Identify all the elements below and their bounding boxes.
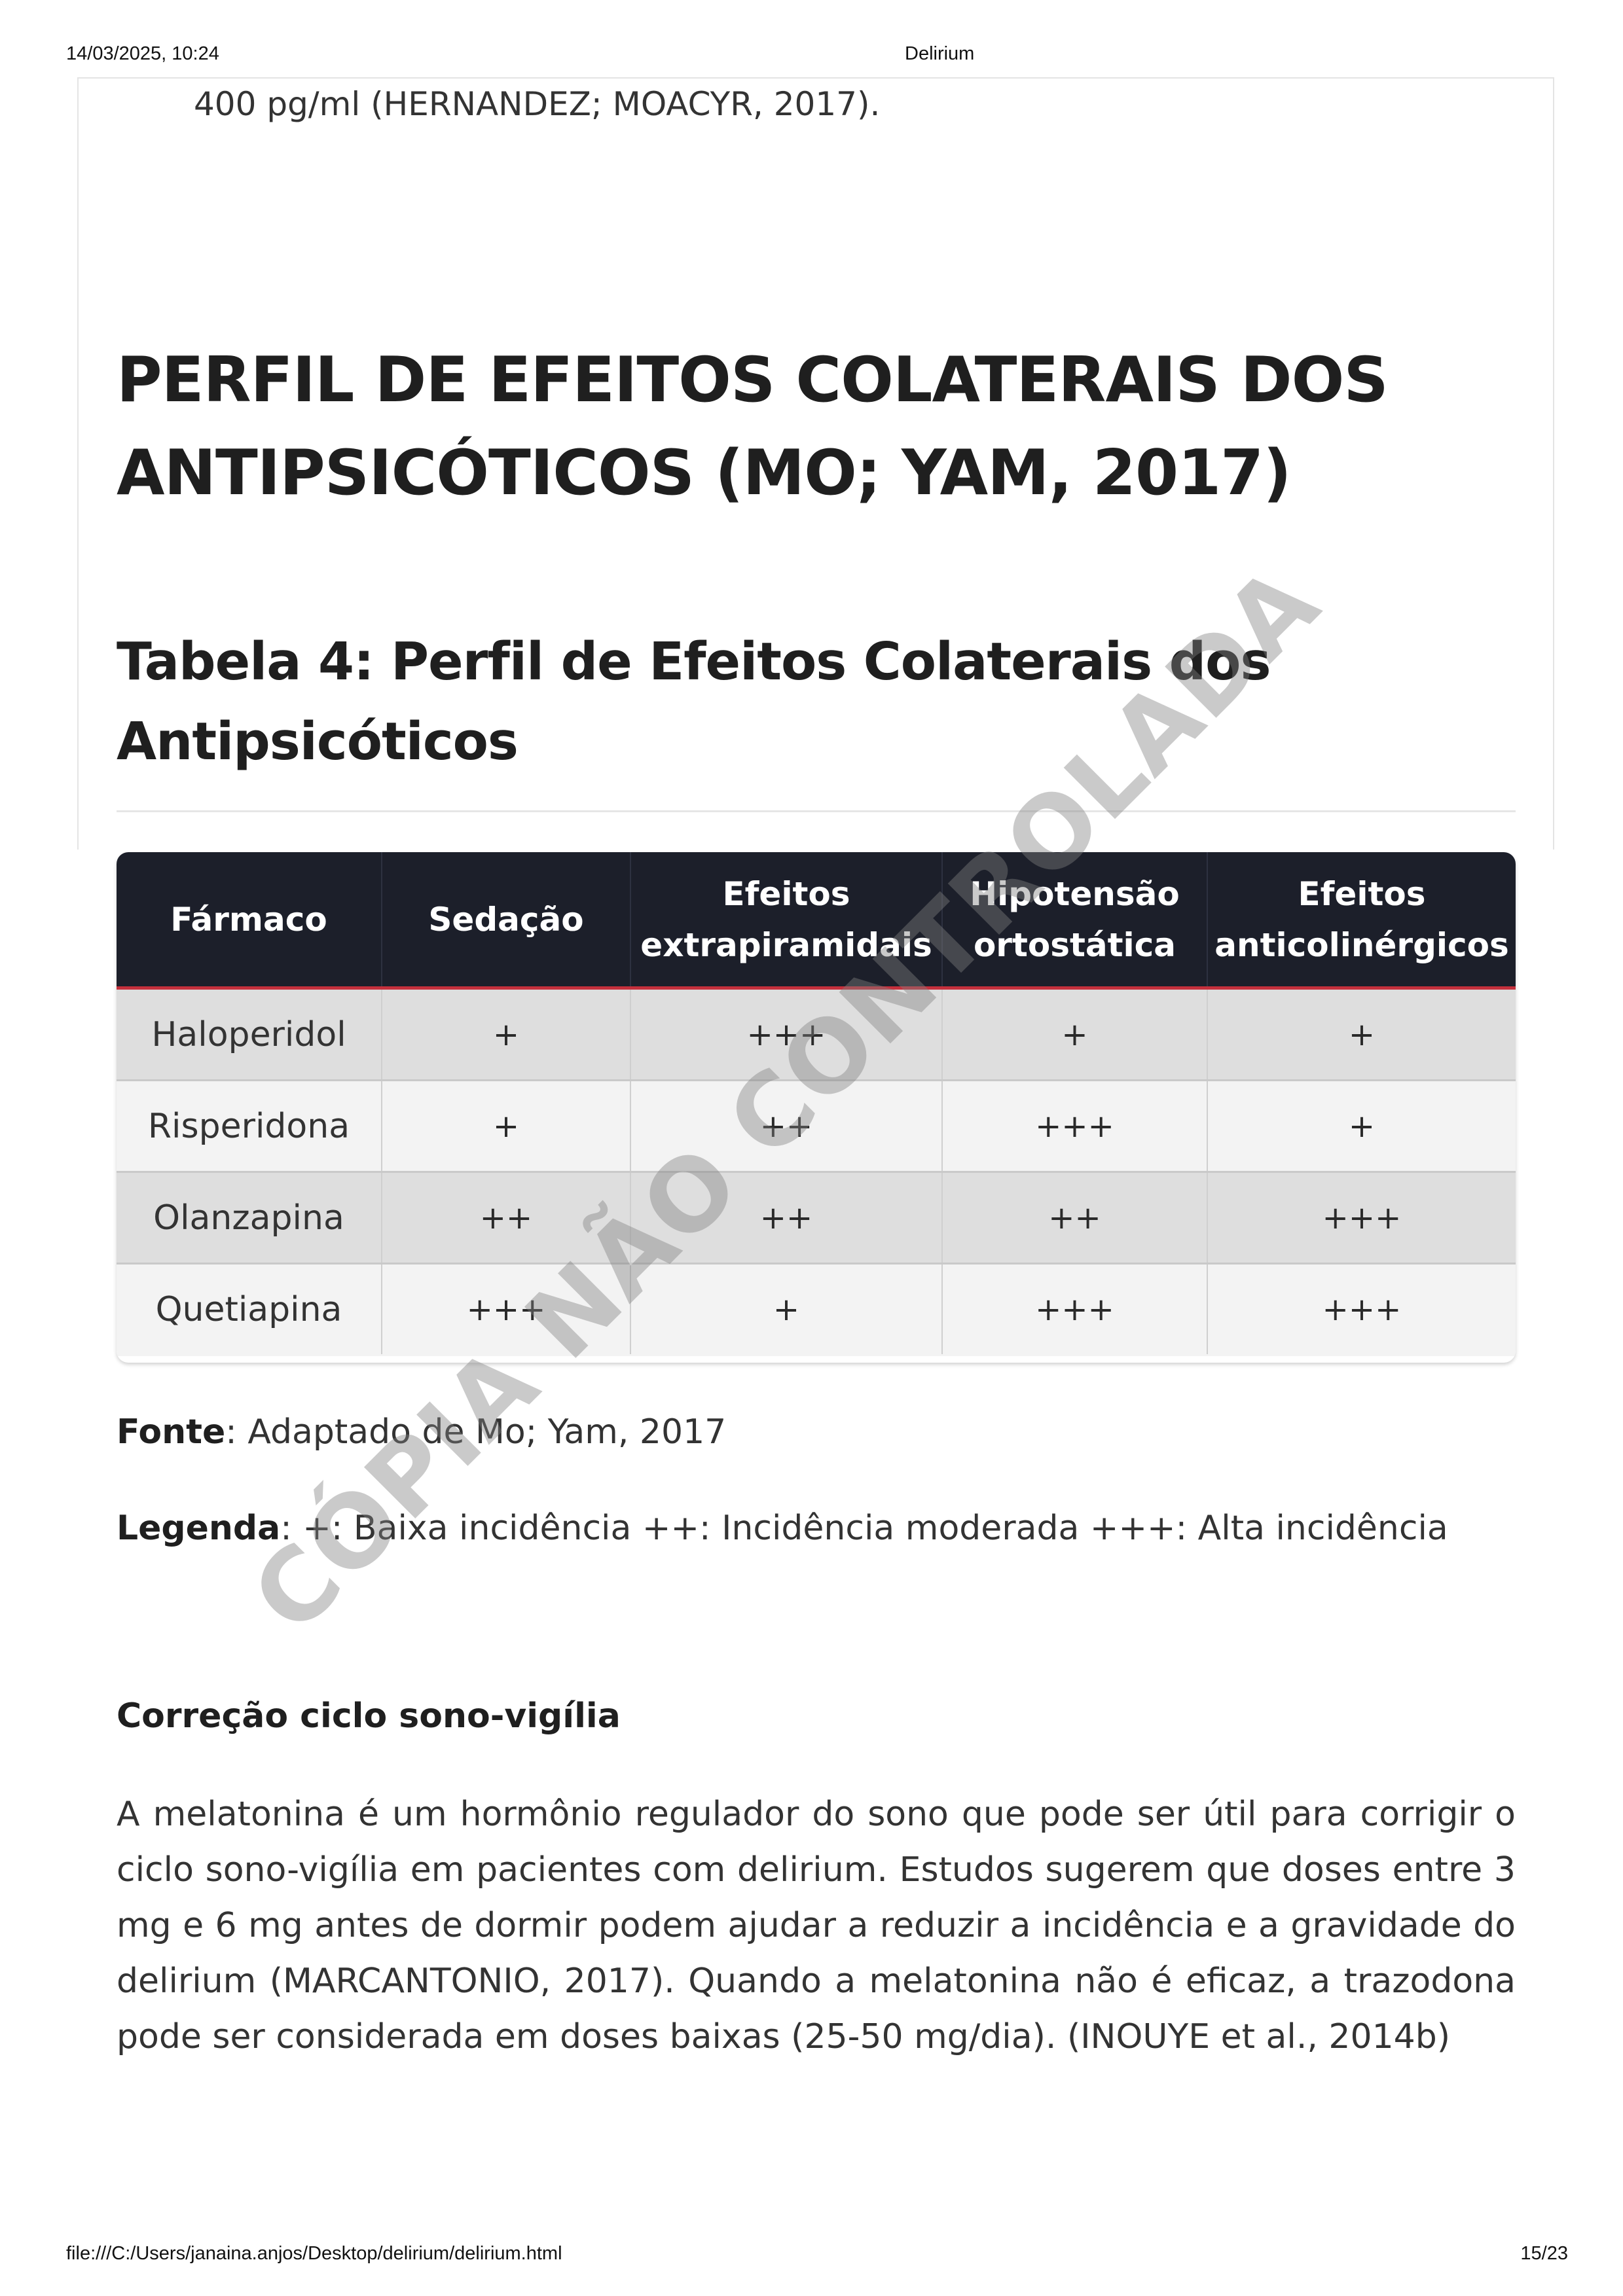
print-page-number: 15/23	[1520, 2243, 1568, 2264]
cell-value: +	[382, 1081, 631, 1171]
table-row: Olanzapina ++ ++ ++ +++	[117, 1173, 1516, 1265]
column-header-sedacao: Sedação	[382, 852, 631, 986]
subheading: Correção ciclo sono-vigília	[117, 1696, 621, 1736]
source-label: Fonte	[117, 1412, 226, 1452]
cell-value: +	[1348, 1016, 1376, 1053]
heading-divider	[117, 810, 1516, 812]
print-footer: file:///C:/Users/janaina.anjos/Desktop/d…	[0, 2243, 1623, 2269]
cell-drug: Olanzapina	[117, 1173, 382, 1263]
print-datetime: 14/03/2025, 10:24	[66, 43, 219, 64]
cell-value: ++	[943, 1173, 1208, 1263]
legend-text: : +: Baixa incidência ++: Incidência mod…	[280, 1509, 1448, 1548]
cell-value: +++	[943, 1081, 1208, 1171]
cell-value: +++	[943, 1265, 1208, 1354]
section-heading: PERFIL DE EFEITOS COLATERAIS DOS ANTIPSI…	[117, 344, 1389, 509]
legend-label: Legenda	[117, 1509, 281, 1548]
cell-drug: Haloperidol	[117, 990, 382, 1079]
print-header: 14/03/2025, 10:24 Delirium	[0, 43, 1623, 69]
cell-value: +	[382, 990, 631, 1079]
cell-value: +++	[1322, 1199, 1402, 1236]
cell-value: +	[943, 990, 1208, 1079]
cell-value: +	[1348, 1107, 1376, 1145]
body-paragraph: A melatonina é um hormônio regulador do …	[117, 1795, 1516, 2056]
cell-value: +++	[1322, 1291, 1402, 1328]
column-header-farmaco: Fármaco	[117, 852, 382, 986]
cell-drug: Risperidona	[117, 1081, 382, 1171]
table-row: Quetiapina +++ + +++ +++	[117, 1265, 1516, 1356]
table-header-row: Fármaco Sedação Efeitos extrapiramidais …	[117, 852, 1516, 990]
column-header-anticolinergicos: Efeitos anticolinérgicos	[1214, 874, 1509, 964]
cell-drug: Quetiapina	[117, 1265, 382, 1354]
print-page-title: Delirium	[905, 43, 975, 64]
print-file-path: file:///C:/Users/janaina.anjos/Desktop/d…	[66, 2243, 562, 2264]
intro-text: 400 pg/ml (HERNANDEZ; MOACYR, 2017).	[194, 85, 881, 123]
